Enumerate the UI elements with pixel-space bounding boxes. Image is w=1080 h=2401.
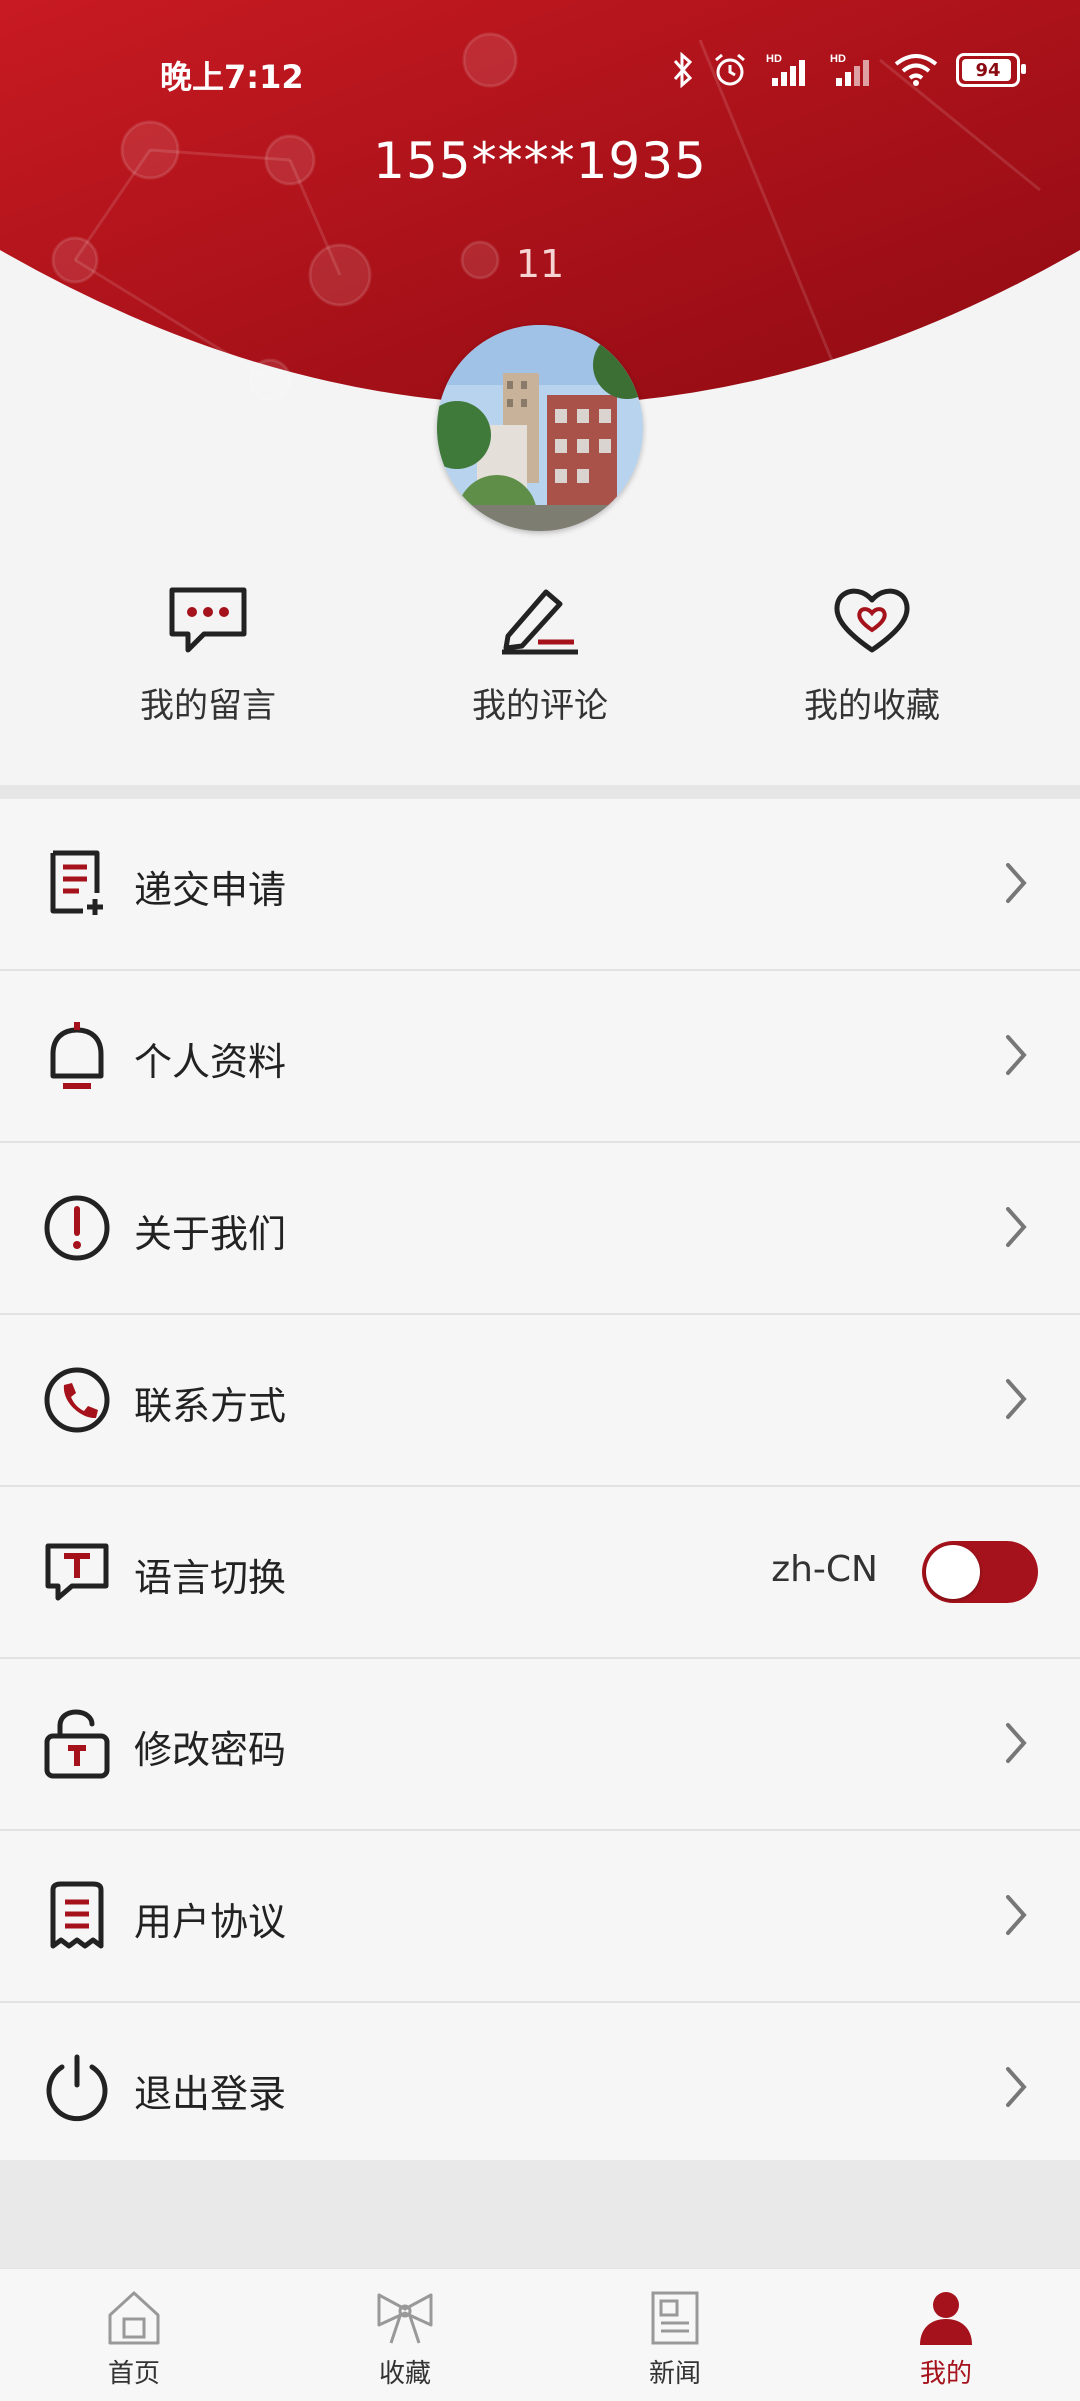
translate-icon	[45, 1543, 109, 1601]
tab-label: 收藏	[378, 2359, 431, 2389]
status-icons: HD HD 94	[672, 52, 1026, 88]
chevron-right-icon	[1006, 1895, 1027, 1935]
language-value: zh-CN	[771, 1549, 878, 1590]
tab-label: 首页	[107, 2359, 160, 2389]
chevron-right-icon	[1006, 2067, 1027, 2107]
avatar[interactable]	[437, 325, 643, 531]
menu-item-contact[interactable]: 联系方式	[0, 1315, 1080, 1487]
exclamation-circle-icon	[44, 1195, 110, 1261]
menu-item-label: 退出登录	[134, 2072, 287, 2116]
heart-icon	[834, 588, 910, 653]
quick-action-label: 我的评论	[472, 686, 608, 726]
signal-hd-icon: HD	[766, 53, 805, 86]
my-messages-button[interactable]: 我的留言	[78, 580, 338, 727]
chevron-right-icon	[1006, 1035, 1027, 1075]
status-bar: 晚上7:12 HD HD 94	[0, 0, 1080, 150]
settings-menu: 递交申请 个人资料 关于我们 联系方式 语言切换 zh-CN 修改密码 用户协议…	[0, 799, 1080, 2175]
menu-item-label: 语言切换	[134, 1556, 287, 1600]
menu-item-logout[interactable]: 退出登录	[0, 2003, 1080, 2175]
tab-home[interactable]: 首页	[54, 2283, 214, 2390]
menu-item-language[interactable]: 语言切换 zh-CN	[0, 1487, 1080, 1659]
bow-icon	[377, 2293, 433, 2344]
avatar-image	[437, 325, 643, 531]
menu-item-label: 个人资料	[134, 1040, 287, 1084]
tab-label: 我的	[919, 2359, 972, 2389]
my-favorites-button[interactable]: 我的收藏	[742, 580, 1002, 727]
quick-action-label: 我的留言	[140, 686, 276, 726]
pen-icon	[502, 589, 578, 655]
wifi-icon	[894, 54, 938, 86]
menu-item-label: 联系方式	[134, 1384, 287, 1428]
menu-item-submit-application[interactable]: 递交申请	[0, 799, 1080, 971]
menu-item-change-password[interactable]: 修改密码	[0, 1659, 1080, 1831]
battery-icon: 94	[956, 53, 1026, 87]
bottom-spacer	[0, 2160, 1080, 2268]
lock-icon	[44, 1709, 110, 1779]
newspaper-icon	[651, 2291, 699, 2345]
toggle-knob	[926, 1545, 980, 1599]
menu-item-label: 修改密码	[134, 1728, 287, 1772]
menu-item-about-us[interactable]: 关于我们	[0, 1143, 1080, 1315]
document-plus-icon	[50, 850, 103, 915]
home-icon	[108, 2291, 160, 2345]
svg-text:HD: HD	[766, 53, 782, 65]
bell-icon	[50, 1022, 104, 1089]
profile-header: 晚上7:12 HD HD 94 155****1935 11	[0, 0, 1080, 560]
quick-actions: 我的留言 我的评论 我的收藏	[0, 580, 1080, 780]
tab-favorites[interactable]: 收藏	[325, 2283, 485, 2390]
section-divider	[0, 785, 1080, 799]
power-icon	[46, 2054, 108, 2122]
chat-bubble-icon	[169, 587, 247, 653]
menu-item-label: 递交申请	[134, 868, 287, 912]
menu-item-label: 用户协议	[134, 1900, 287, 1944]
signal-hd-icon-2: HD	[830, 53, 869, 86]
chevron-right-icon	[1006, 863, 1027, 903]
user-phone: 155****1935	[373, 132, 707, 190]
svg-text:HD: HD	[830, 53, 846, 65]
menu-item-personal-info[interactable]: 个人资料	[0, 971, 1080, 1143]
user-icon	[920, 2292, 972, 2345]
menu-item-label: 关于我们	[134, 1212, 287, 1256]
receipt-icon	[50, 1881, 104, 1949]
my-comments-button[interactable]: 我的评论	[410, 580, 670, 727]
chevron-right-icon	[1006, 1723, 1027, 1763]
phone-icon	[44, 1367, 110, 1433]
chevron-right-icon	[1006, 1379, 1027, 1419]
language-toggle[interactable]	[922, 1541, 1038, 1603]
bottom-tab-bar: 首页 收藏 新闻 我的	[0, 2268, 1080, 2401]
bluetooth-icon	[673, 52, 693, 88]
chevron-right-icon	[1006, 1207, 1027, 1247]
user-points: 11	[515, 242, 565, 286]
alarm-icon	[715, 53, 745, 86]
status-time: 晚上7:12	[160, 58, 304, 96]
menu-item-user-agreement[interactable]: 用户协议	[0, 1831, 1080, 2003]
tab-label: 新闻	[648, 2359, 701, 2389]
tab-news[interactable]: 新闻	[595, 2283, 755, 2390]
quick-action-label: 我的收藏	[804, 686, 940, 726]
tab-mine[interactable]: 我的	[866, 2283, 1026, 2390]
battery-level: 94	[975, 59, 1001, 81]
